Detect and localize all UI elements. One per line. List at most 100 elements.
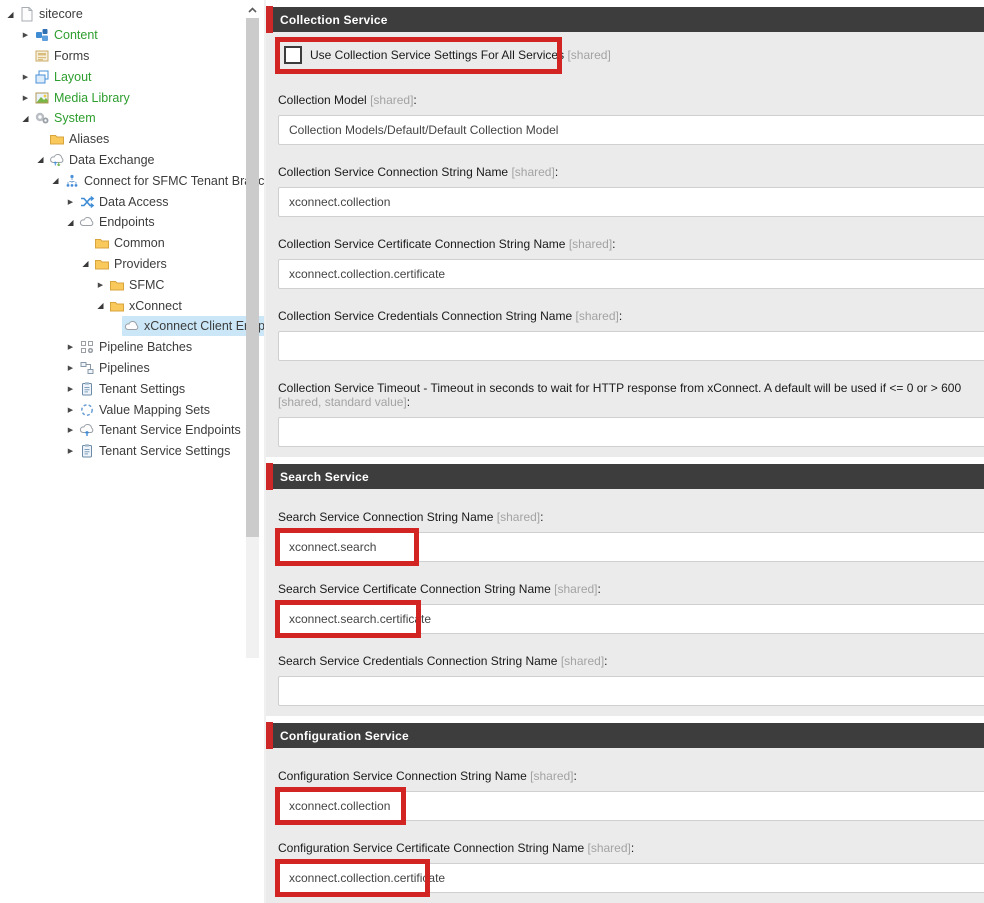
form-field: Collection Service Timeout - Timeout in …	[278, 381, 984, 447]
section-header-configuration-service[interactable]: Configuration Service	[266, 723, 984, 748]
tree-item-data-exchange[interactable]: ◢ Data Exchange	[0, 150, 245, 171]
expand-arrow-icon[interactable]: ◢	[64, 216, 77, 229]
pipeline-batches-icon	[79, 339, 95, 355]
tree-item-aliases[interactable]: Aliases	[0, 129, 245, 150]
tree-item-forms[interactable]: Forms	[0, 46, 245, 67]
search-service-credentials-connection-stri-input[interactable]	[278, 676, 984, 706]
tree-item-providers[interactable]: ◢ Providers	[0, 254, 245, 275]
tree-item-value-mapping-sets[interactable]: ▶ Value Mapping Sets	[0, 399, 245, 420]
system-icon	[34, 110, 50, 126]
expand-arrow-icon[interactable]: ▶	[64, 424, 77, 437]
content-tree: ◢ sitecore ▶ Content Forms ▶ Layout ▶ Me…	[0, 0, 245, 903]
tree-item-common[interactable]: Common	[0, 233, 245, 254]
folder-icon	[109, 277, 125, 293]
tree-item-system[interactable]: ◢ System	[0, 108, 245, 129]
form-field: Configuration Service Certificate Connec…	[278, 841, 984, 893]
tree-item-sitecore[interactable]: ◢ sitecore	[0, 4, 245, 25]
checkbox-field: Use Collection Service Settings For All …	[278, 37, 984, 73]
form-field: Configuration Service Connection String …	[278, 769, 984, 821]
expand-arrow-icon[interactable]: ◢	[34, 153, 47, 166]
collection-service-certificate-connection--input[interactable]: xconnect.collection.certificate	[278, 259, 984, 289]
search-service-connection-string-name-input[interactable]: xconnect.search	[278, 532, 984, 562]
tree-item-media-library[interactable]: ▶ Media Library	[0, 87, 245, 108]
scroll-up-button[interactable]	[246, 0, 259, 18]
form-field: Search Service Credentials Connection St…	[278, 654, 984, 706]
expand-arrow-icon[interactable]: ▶	[64, 445, 77, 458]
tree-item-xconnect[interactable]: ◢ xConnect	[0, 295, 245, 316]
search-service-certificate-connection-stri-input[interactable]: xconnect.search.certificate	[278, 604, 984, 634]
cloud-up-icon	[79, 422, 95, 438]
chevron-up-icon	[248, 0, 257, 18]
expand-arrow-icon[interactable]: ▶	[94, 278, 107, 291]
expand-arrow-icon[interactable]: ▶	[19, 91, 32, 104]
expand-arrow-icon[interactable]: ◢	[19, 112, 32, 125]
form-field: Search Service Certificate Connection St…	[278, 582, 984, 634]
data-access-icon	[79, 194, 95, 210]
tree-item-endpoints[interactable]: ◢ Endpoints	[0, 212, 245, 233]
tenant-settings-icon	[79, 381, 95, 397]
tree-item-sfmc[interactable]: ▶ SFMC	[0, 274, 245, 295]
section-body: Search Service Connection String Name [s…	[266, 489, 984, 716]
expand-arrow-icon[interactable]: ▶	[19, 29, 32, 42]
section-header-collection-service[interactable]: Collection Service	[266, 7, 984, 32]
data-exchange-icon	[49, 152, 65, 168]
collection-service-connection-string-name-input[interactable]: xconnect.collection	[278, 187, 984, 217]
form-field: Search Service Connection String Name [s…	[278, 510, 984, 562]
section-title: Search Service	[280, 470, 369, 484]
tree-item-tenant-settings[interactable]: ▶ Tenant Settings	[0, 378, 245, 399]
folder-icon	[49, 131, 65, 147]
tenant-settings-icon	[79, 443, 95, 459]
expand-arrow-icon[interactable]: ◢	[49, 174, 62, 187]
branch-icon	[64, 173, 80, 189]
layout-icon	[34, 69, 50, 85]
expand-arrow-icon[interactable]: ◢	[4, 8, 17, 21]
tree-item-connect-for-sfmc-tenant-branch[interactable]: ◢ Connect for SFMC Tenant Branch	[0, 170, 245, 191]
document-icon	[19, 6, 35, 22]
expand-arrow-icon[interactable]: ▶	[19, 70, 32, 83]
tree-item-layout[interactable]: ▶ Layout	[0, 66, 245, 87]
tree-item-data-access[interactable]: ▶ Data Access	[0, 191, 245, 212]
use-collection-service-settings-for-all-se-checkbox[interactable]	[284, 46, 302, 64]
pipelines-icon	[79, 360, 95, 376]
collection-model-input[interactable]: Collection Models/Default/Default Collec…	[278, 115, 984, 145]
collection-service-credentials-connection--input[interactable]	[278, 331, 984, 361]
form-field: Collection Service Credentials Connectio…	[278, 309, 984, 361]
tree-item-pipeline-batches[interactable]: ▶ Pipeline Batches	[0, 337, 245, 358]
configuration-service-connection-string-na-input[interactable]: xconnect.collection	[278, 791, 984, 821]
collection-service-timeout-timeout-in-seco-input[interactable]	[278, 417, 984, 447]
expand-arrow-icon[interactable]: ◢	[94, 299, 107, 312]
section-title: Configuration Service	[280, 729, 409, 743]
folder-icon	[94, 235, 110, 251]
forms-icon	[34, 48, 50, 64]
folder-icon	[94, 256, 110, 272]
form-field: Collection Service Certificate Connectio…	[278, 237, 984, 289]
section-body: Use Collection Service Settings For All …	[266, 32, 984, 457]
form-field: Collection Service Connection String Nam…	[278, 165, 984, 217]
expand-arrow-icon[interactable]: ▶	[64, 403, 77, 416]
tree-item-tenant-service-settings[interactable]: ▶ Tenant Service Settings	[0, 441, 245, 462]
tree-item-tenant-service-endpoints[interactable]: ▶ Tenant Service Endpoints	[0, 420, 245, 441]
tree-item-xconnect-client-endpoint[interactable]: xConnect Client Endpoint	[0, 316, 245, 337]
expand-arrow-icon[interactable]: ▶	[64, 361, 77, 374]
tree-scrollbar[interactable]	[246, 0, 259, 658]
section-header-search-service[interactable]: Search Service	[266, 464, 984, 489]
configuration-service-certificate-connecti-input[interactable]: xconnect.collection.certificate	[278, 863, 984, 893]
expand-arrow-icon[interactable]: ▶	[64, 382, 77, 395]
media-icon	[34, 90, 50, 106]
value-mapping-icon	[79, 402, 95, 418]
form-field: Collection Model [shared]: Collection Mo…	[278, 93, 984, 145]
content-icon	[34, 27, 50, 43]
tree-item-content[interactable]: ▶ Content	[0, 25, 245, 46]
tree-item-pipelines[interactable]: ▶ Pipelines	[0, 358, 245, 379]
folder-icon	[109, 298, 125, 314]
section-body: Configuration Service Connection String …	[266, 748, 984, 903]
scrollbar-thumb[interactable]	[246, 18, 259, 537]
cloud-icon	[124, 318, 140, 334]
cloud-icon	[79, 214, 95, 230]
expand-arrow-icon[interactable]: ▶	[64, 195, 77, 208]
expand-arrow-icon[interactable]: ◢	[79, 257, 92, 270]
item-editor-panel: Collection Service Use Collection Servic…	[264, 0, 984, 903]
section-title: Collection Service	[280, 13, 388, 27]
content-editor-window: ◢ sitecore ▶ Content Forms ▶ Layout ▶ Me…	[0, 0, 984, 903]
expand-arrow-icon[interactable]: ▶	[64, 341, 77, 354]
